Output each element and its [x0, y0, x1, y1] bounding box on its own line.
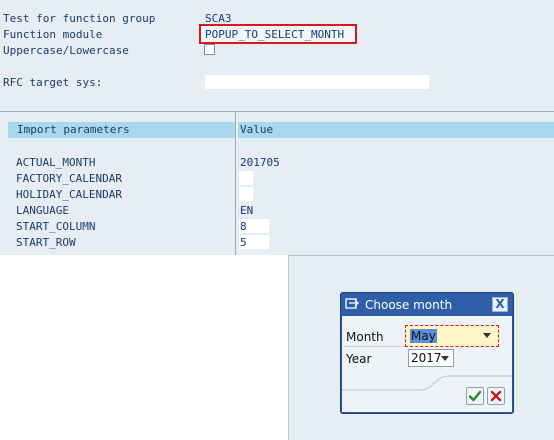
param-value[interactable]: 5	[240, 235, 247, 251]
month-label: Month	[346, 330, 384, 344]
year-select-value[interactable]: 2017	[411, 351, 442, 365]
table-top-border	[0, 111, 554, 112]
function-module-label: Function module	[3, 28, 103, 41]
cancel-x-icon	[490, 390, 502, 402]
param-value[interactable]: 201705	[240, 155, 280, 171]
cancel-button[interactable]	[487, 387, 505, 405]
rfc-target-input[interactable]	[205, 75, 429, 89]
month-select-value[interactable]: May	[410, 329, 437, 343]
lower-panel-border	[288, 255, 289, 440]
param-name: FACTORY_CALENDAR	[16, 172, 122, 185]
case-label: Uppercase/Lowercase	[3, 44, 129, 57]
param-value[interactable]: EN	[240, 203, 253, 219]
chevron-down-icon[interactable]	[441, 356, 449, 361]
lower-white-panel	[0, 255, 288, 440]
param-value-input[interactable]	[239, 187, 253, 201]
param-name: START_ROW	[16, 236, 76, 249]
year-label: Year	[346, 352, 372, 366]
dialog-title: Choose month	[365, 298, 453, 312]
case-checkbox[interactable]	[204, 44, 215, 55]
checkmark-icon	[468, 390, 482, 402]
window-icon	[345, 298, 359, 309]
column-header-import: Import parameters	[17, 123, 130, 136]
rfc-target-label: RFC target sys:	[3, 76, 103, 89]
chevron-down-icon[interactable]	[483, 333, 491, 338]
close-icon[interactable]: X	[492, 297, 508, 312]
table-column-divider	[235, 111, 236, 255]
param-name: HOLIDAY_CALENDAR	[16, 188, 122, 201]
param-name: ACTUAL_MONTH	[16, 156, 96, 169]
param-value[interactable]: 8	[240, 219, 247, 235]
table-header-value-bg	[238, 122, 554, 138]
column-header-value: Value	[240, 123, 274, 136]
param-value-input[interactable]	[239, 171, 253, 185]
ok-button[interactable]	[466, 387, 484, 405]
function-group-label: Test for function group	[3, 12, 156, 25]
param-name: LANGUAGE	[16, 204, 69, 217]
param-name: START_COLUMN	[16, 220, 96, 233]
function-module-value: POPUP_TO_SELECT_MONTH	[205, 28, 345, 41]
